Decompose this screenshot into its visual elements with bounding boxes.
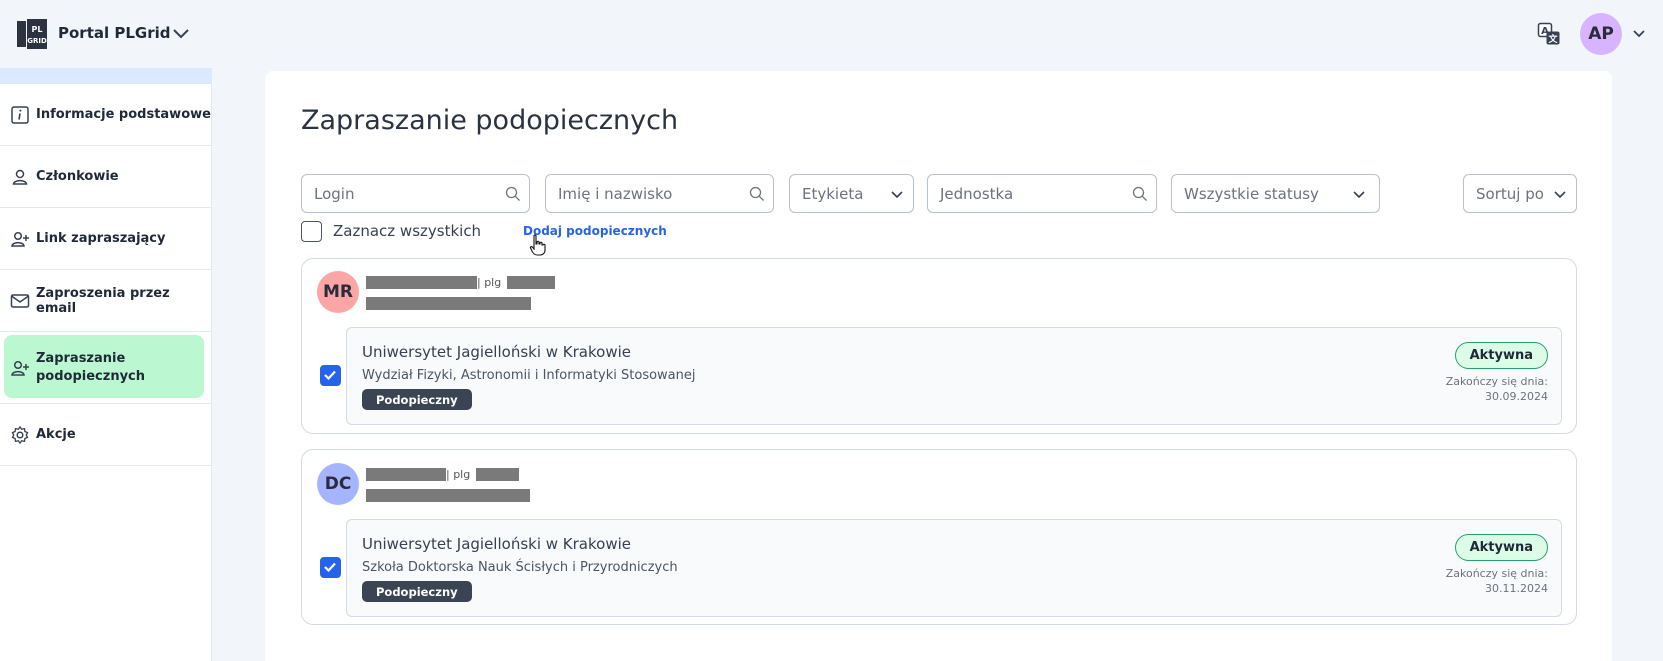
select-all-checkbox[interactable] [301,221,322,242]
sidebar-item-label: Link zapraszający [36,231,166,246]
affiliation-entry: Uniwersytet Jagielloński w Krakowie Szko… [320,519,1562,617]
chevron-down-icon [1554,191,1566,199]
name-search-input[interactable]: Imię i nazwisko [545,174,774,213]
label-select[interactable]: Etykieta [789,174,914,213]
sidebar-item-invite-link[interactable]: Link zapraszający [0,208,212,270]
redacted-login [507,276,555,289]
checkmark-icon [324,562,336,573]
end-date-label: Zakończy się dnia: [1445,567,1548,580]
affiliation-entry: Uniwersytet Jagielloński w Krakowie Wydz… [320,327,1562,425]
sidebar-item-members[interactable]: Członkowie [0,146,212,208]
chevron-down-icon[interactable] [172,26,190,40]
sort-select[interactable]: Sortuj po [1463,174,1577,213]
redacted-login [476,468,519,481]
university-name: Uniwersytet Jagielloński w Krakowie [362,535,631,553]
chevron-down-icon [1353,191,1365,199]
checkmark-icon [324,370,336,381]
login-prefix: | plg [446,468,471,481]
mentee-card: MR | plg Uniwersytet Jagielloński w Krak… [301,258,1577,434]
sidebar-top-accent [0,68,212,84]
user-plus-icon [11,360,29,376]
translate-icon[interactable]: A 文 [1537,22,1561,46]
sidebar-item-email-invites[interactable]: Zaproszenia przez email [0,270,212,332]
end-date-value: 30.11.2024 [1485,582,1548,595]
redacted-name [366,276,477,289]
svg-text:GRID: GRID [27,37,47,45]
affiliation-checkbox[interactable] [320,557,341,578]
search-icon [749,186,764,201]
name-placeholder: Imię i nazwisko [558,184,673,203]
search-icon [1132,186,1147,201]
svg-text:文: 文 [1547,33,1558,45]
hand-pointer-icon [529,234,546,256]
avatar: DC [317,463,359,505]
label-select-value: Etykieta [802,184,864,203]
search-icon [505,186,520,201]
chevron-down-icon[interactable] [1632,28,1646,40]
redacted-email [366,297,531,310]
envelope-icon [10,293,30,308]
mentee-card: DC | plg Uniwersytet Jagielloński w Krak… [301,449,1577,625]
user-icon [12,169,28,185]
plgrid-logo-icon: PL GRID [17,19,47,49]
main-panel: Zapraszanie podopiecznych Login Imię i n… [265,71,1612,661]
login-prefix: | plg [477,276,502,289]
login-placeholder: Login [314,184,355,203]
svg-text:PL: PL [32,25,43,34]
app-title[interactable]: Portal PLGrid [58,24,171,42]
status-badge: Aktywna [1454,342,1548,369]
sidebar-item-label: Zapraszanie podopiecznych [36,350,146,384]
sidebar-item-label: Informacje podstawowe [36,107,211,122]
affiliation-checkbox[interactable] [320,365,341,386]
sidebar-item-basic-info[interactable]: Informacje podstawowe [0,84,212,146]
info-icon [11,105,29,124]
sidebar-item-invite-mentees[interactable]: Zapraszanie podopiecznych [0,332,212,404]
unit-placeholder: Jednostka [940,184,1014,203]
role-badge: Podopieczny [362,581,472,602]
gear-icon [11,425,29,444]
sidebar-item-label: Zaproszenia przez email [36,285,170,316]
university-name: Uniwersytet Jagielloński w Krakowie [362,343,631,361]
user-avatar[interactable]: AP [1580,13,1622,55]
redacted-email [366,489,530,502]
sort-select-value: Sortuj po [1476,184,1544,203]
department-name: Szkoła Doktorska Nauk Ścisłych i Przyrod… [362,560,678,575]
login-search-input[interactable]: Login [301,174,530,213]
user-plus-icon [11,231,29,247]
status-select-value: Wszystkie statusy [1184,184,1319,203]
end-date-value: 30.09.2024 [1485,390,1548,403]
avatar: MR [317,271,359,313]
page-title: Zapraszanie podopiecznych [301,105,679,136]
sidebar-item-label: Członkowie [36,169,119,184]
end-date-info: Zakończy się dnia: 30.09.2024 [1446,374,1548,404]
end-date-info: Zakończy się dnia: 30.11.2024 [1446,566,1548,596]
sidebar-item-label: Akcje [36,427,76,442]
chevron-down-icon [891,191,903,199]
select-all-label: Zaznacz wszystkich [333,222,482,240]
status-badge: Aktywna [1454,534,1548,561]
sidebar: Informacje podstawowe Członkowie Link za… [0,68,212,661]
end-date-label: Zakończy się dnia: [1445,375,1548,388]
department-name: Wydział Fizyki, Astronomii i Informatyki… [362,368,696,383]
sidebar-item-actions[interactable]: Akcje [0,404,212,466]
role-badge: Podopieczny [362,389,472,410]
redacted-name [366,468,446,481]
status-select[interactable]: Wszystkie statusy [1171,174,1380,213]
unit-search-input[interactable]: Jednostka [927,174,1157,213]
top-header: PL GRID Portal PLGrid A 文 AP [0,0,1663,68]
